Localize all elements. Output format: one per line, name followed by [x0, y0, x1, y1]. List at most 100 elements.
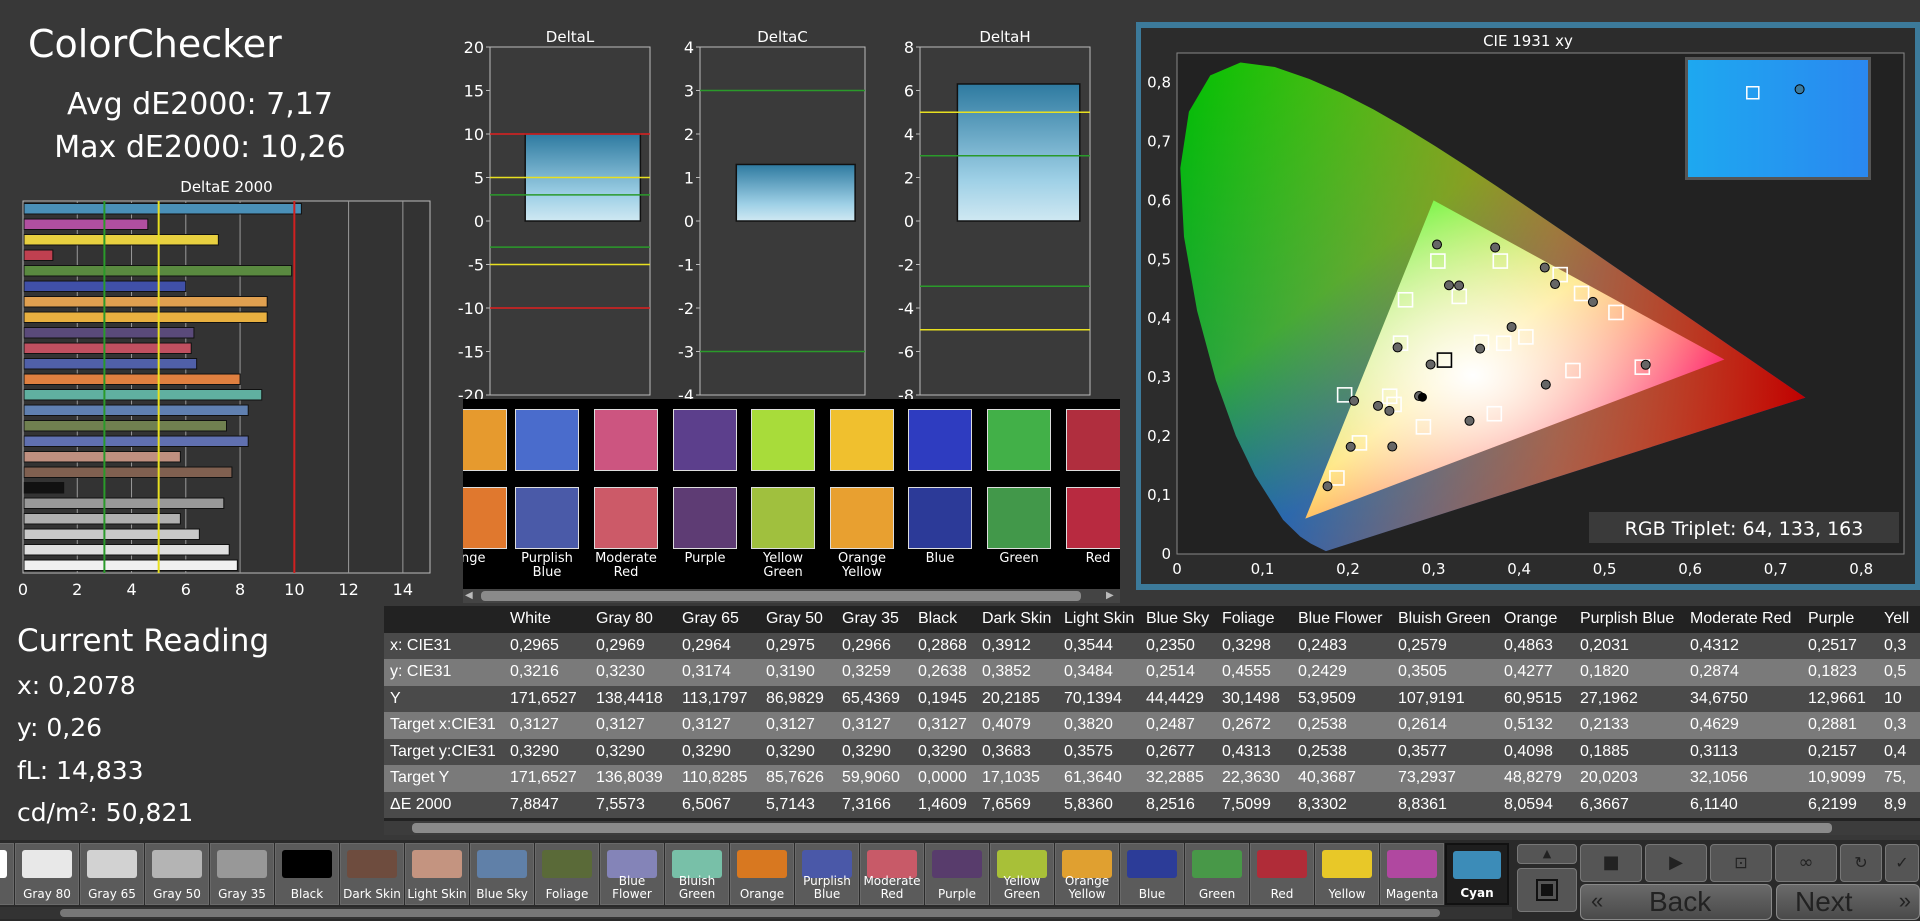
patch-tab[interactable]: Yellow	[1315, 843, 1379, 905]
patch-tab-swatch	[737, 850, 787, 878]
tabs-scroll-thumb[interactable]	[60, 909, 1440, 917]
table-column-header[interactable]: Light Skin	[1060, 606, 1142, 633]
patch-tab-swatch	[282, 850, 332, 878]
swatch-measured	[830, 487, 894, 549]
deltal-tick-label: 0	[474, 212, 484, 231]
refresh-icon[interactable]: ↻	[1840, 844, 1882, 882]
table-column-header[interactable]: Blue Flower	[1294, 606, 1394, 633]
table-cell: 0,2874	[1686, 659, 1804, 686]
table-row[interactable]: Target Y 171,6527 136,8039 110,8285 85,7626 5…	[384, 765, 1920, 792]
table-cell: 0,1823	[1804, 659, 1880, 686]
patch-tab[interactable]: Purplish Blue	[795, 843, 859, 905]
table-row[interactable]: x: CIE31 0,2965 0,2969 0,2964 0,2975 0,2966 0,…	[384, 632, 1920, 659]
table-cell: 0,3	[1880, 632, 1920, 659]
play-icon[interactable]: ▶	[1645, 844, 1707, 882]
table-column-header[interactable]: Foliage	[1218, 606, 1294, 633]
table-column-header[interactable]: Gray 65	[678, 606, 762, 633]
patch-tab-label: Gray 65	[88, 887, 136, 901]
stop-square-button[interactable]	[1517, 868, 1577, 912]
patch-tab-label: Bluish Green	[678, 874, 716, 901]
scroll-up-button[interactable]: ▲	[1517, 844, 1577, 864]
cie-current-point	[1417, 392, 1427, 402]
cie-measured-point	[1322, 481, 1333, 492]
deltae-bar	[23, 435, 249, 447]
table-cell: 0,2483	[1294, 632, 1394, 659]
table-column-header[interactable]: Purplish Blue	[1576, 606, 1686, 633]
table-column-header[interactable]: Dark Skin	[978, 606, 1060, 633]
scroll-right-arrow[interactable]: ▶	[1106, 590, 1118, 602]
deltae-bar	[23, 559, 238, 571]
patch-tab[interactable]: Gray 35	[210, 843, 274, 905]
table-cell: 0,2964	[678, 632, 762, 659]
table-row[interactable]: Target x:CIE31 0,3127 0,3127 0,3127 0,3127 0,…	[384, 712, 1920, 739]
table-scroll-thumb[interactable]	[412, 823, 1832, 833]
table-column-header[interactable]: Purple	[1804, 606, 1880, 633]
patch-tab-label: Red	[1270, 887, 1294, 901]
table-row[interactable]: ΔE 2000 7,8847 7,5573 6,5067 5,7143 7,3166 1,4…	[384, 791, 1920, 818]
patch-tab[interactable]: Black	[275, 843, 339, 905]
table-column-header[interactable]: Bluish Green	[1394, 606, 1500, 633]
deltae-bar	[23, 497, 225, 509]
scroll-left-arrow[interactable]: ◀	[465, 590, 477, 602]
table-cell: 0,3575	[1060, 738, 1142, 765]
tabs-scrollbar[interactable]	[0, 907, 1512, 919]
patch-tab[interactable]: Cyan	[1445, 843, 1509, 905]
table-column-header[interactable]: Orange	[1500, 606, 1576, 633]
table-column-header[interactable]: Black	[914, 606, 978, 633]
patch-tab-label: Green	[1198, 887, 1236, 901]
swatch-label: Purplish Blue	[521, 551, 573, 580]
avg-de-readout: Avg dE2000: 7,17	[67, 87, 333, 122]
table-cell: 0,2487	[1142, 712, 1218, 739]
patch-tab[interactable]: Green	[1185, 843, 1249, 905]
patch-tab[interactable]: Orange Yellow	[1055, 843, 1119, 905]
patch-tab[interactable]: Dark Skin	[340, 843, 404, 905]
patch-tab[interactable]: Moderate Red	[860, 843, 924, 905]
patch-tab[interactable]: Bluish Green	[665, 843, 729, 905]
patch-tab[interactable]: Blue Flower	[600, 843, 664, 905]
table-row[interactable]: Target y:CIE31 0,3290 0,3290 0,3290 0,3290 0,…	[384, 738, 1920, 765]
table-cell: 44,4429	[1142, 685, 1218, 712]
cie-y-tick-label: 0	[1161, 545, 1171, 563]
table-cell: 0,4312	[1686, 632, 1804, 659]
table-column-header[interactable]: Gray 50	[762, 606, 838, 633]
swatch-target	[987, 409, 1051, 471]
swatch-target	[830, 409, 894, 471]
next-button[interactable]: Next »	[1776, 884, 1920, 920]
table-row-label: Y	[384, 685, 506, 712]
patch-tab[interactable]: Gray 50	[145, 843, 209, 905]
table-column-header[interactable]: Gray 80	[592, 606, 678, 633]
table-scrollbar[interactable]	[384, 821, 1920, 835]
table-row[interactable]: Y 171,6527 138,4418 113,1797 86,9829 65,4369 0…	[384, 685, 1920, 712]
deltae-chart-title: DeltaE 2000	[180, 178, 272, 196]
stop-icon[interactable]: ■	[1580, 844, 1642, 882]
table-column-header[interactable]: Moderate Red	[1686, 606, 1804, 633]
patch-tab[interactable]: Light Skin	[405, 843, 469, 905]
scroll-thumb[interactable]	[481, 591, 1081, 601]
table-column-header[interactable]: Blue Sky	[1142, 606, 1218, 633]
table-column-header[interactable]: Yell	[1880, 606, 1920, 633]
patch-tab[interactable]: Purple	[925, 843, 989, 905]
patch-tab[interactable]: Gray 65	[80, 843, 144, 905]
swatch-scrollbar[interactable]: ◀ ▶	[463, 589, 1120, 603]
patch-tab[interactable]: Blue Sky	[470, 843, 534, 905]
check-icon[interactable]: ✓	[1885, 844, 1919, 882]
patch-tab-label: Black	[290, 887, 324, 901]
patch-tab[interactable]: Foliage	[535, 843, 599, 905]
patch-tab[interactable]: Gray 80	[15, 843, 79, 905]
table-cell: 7,5573	[592, 791, 678, 818]
patch-tab[interactable]: Red	[1250, 843, 1314, 905]
patch-tab[interactable]: Yellow Green	[990, 843, 1054, 905]
swatch-label: Orange Yellow	[837, 551, 887, 580]
table-row[interactable]: y: CIE31 0,3216 0,3230 0,3174 0,3190 0,3259 0,…	[384, 659, 1920, 686]
patch-tab[interactable]: e	[0, 843, 14, 905]
table-column-header[interactable]: Gray 35	[838, 606, 914, 633]
cie-measured-point	[1384, 405, 1395, 416]
patch-tab[interactable]: Blue	[1120, 843, 1184, 905]
back-button[interactable]: « Back	[1580, 884, 1772, 920]
step-icon[interactable]: ⊡	[1710, 844, 1772, 882]
patch-tab[interactable]: Orange	[730, 843, 794, 905]
loop-icon[interactable]: ∞	[1775, 844, 1837, 882]
patch-tab[interactable]: Magenta	[1380, 843, 1444, 905]
deltac-title: DeltaC	[757, 28, 808, 46]
table-column-header[interactable]: White	[506, 606, 592, 633]
